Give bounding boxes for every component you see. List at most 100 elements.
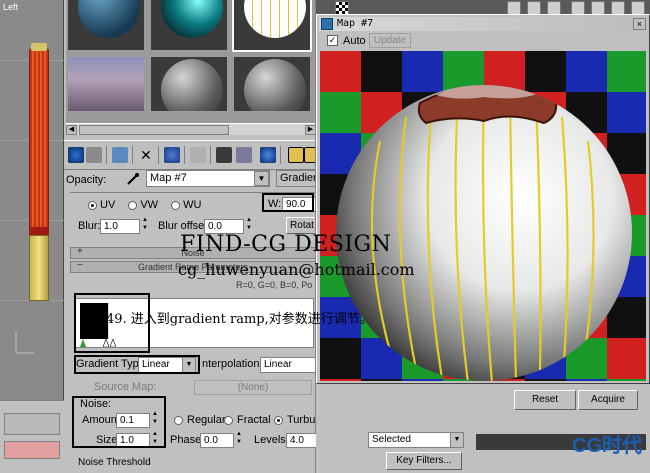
- viewport-label: Left: [3, 2, 19, 12]
- toolbar-separator: [280, 146, 281, 164]
- bamboo-cap: [31, 43, 47, 51]
- walk-icon[interactable]: [547, 1, 561, 15]
- checker-background-icon[interactable]: [335, 1, 349, 15]
- reset-map-icon[interactable]: ✕: [138, 147, 154, 163]
- go-forward-sibling-icon[interactable]: [304, 147, 315, 163]
- source-map-button[interactable]: (None): [194, 380, 312, 395]
- uvw-radio-group: UV VW WU: [88, 199, 211, 211]
- unique-icon[interactable]: [190, 147, 206, 163]
- go-to-parent-icon[interactable]: [288, 147, 304, 163]
- blur-input[interactable]: 1.0: [100, 219, 140, 234]
- sample-slot-active[interactable]: [232, 0, 312, 52]
- uv-label: UV: [100, 199, 116, 212]
- slot-scrollbar[interactable]: ◀ ▶: [66, 123, 315, 135]
- sample-slot[interactable]: [66, 55, 146, 113]
- step-caption: 49. 进入到gradient ramp,对参数进行调节。: [106, 312, 373, 327]
- key-filters-button[interactable]: Key Filters...: [386, 452, 462, 470]
- rendered-sphere-image: [320, 51, 646, 381]
- auto-checkbox[interactable]: ✓: [327, 35, 338, 46]
- blur-spinner[interactable]: [142, 217, 149, 234]
- acquire-button[interactable]: Acquire: [578, 390, 638, 410]
- levels-input[interactable]: 4.0: [286, 433, 320, 448]
- bamboo-object[interactable]: [29, 43, 49, 301]
- sample-slot[interactable]: [66, 0, 146, 52]
- axis-gizmo-icon: [15, 332, 34, 354]
- wu-label: WU: [183, 199, 202, 212]
- bottom-left-panel: [0, 400, 64, 473]
- motion-icon[interactable]: [631, 1, 645, 15]
- selection-set-select[interactable]: Selected ▼: [368, 432, 464, 448]
- assign-material-icon[interactable]: [112, 147, 128, 163]
- put-material-icon[interactable]: [86, 147, 102, 163]
- selection-set-value: Selected: [372, 434, 411, 445]
- opacity-row: Opacity: Map #7 ▼ Gradient: [64, 170, 315, 190]
- turbulence-radio[interactable]: [274, 416, 283, 425]
- sample-slot[interactable]: [149, 0, 229, 52]
- checker-cell: [607, 379, 646, 381]
- toolbar-separator: [106, 146, 107, 164]
- map-window-title: Map #7: [337, 18, 374, 29]
- map-name-input[interactable]: Map #7: [146, 170, 270, 187]
- uv-radio[interactable]: [88, 200, 97, 210]
- material-id-icon[interactable]: [216, 147, 232, 163]
- city-image-thumbnail: [68, 57, 144, 111]
- cg-shidai-logo: CG时代: [572, 435, 642, 457]
- source-map-label: Source Map:: [94, 381, 157, 393]
- update-button[interactable]: Update: [369, 33, 411, 48]
- arc-rotate-icon[interactable]: [527, 1, 541, 15]
- checker-cell: [566, 379, 607, 381]
- hierarchy-icon[interactable]: [611, 1, 625, 15]
- sample-slot[interactable]: [232, 55, 312, 113]
- checker-cell: [361, 379, 402, 381]
- regular-radio[interactable]: [174, 416, 183, 425]
- levels-label: Levels:: [254, 434, 289, 446]
- highlight-box: [74, 355, 200, 374]
- scroll-left-icon[interactable]: ◀: [66, 125, 77, 135]
- interpolation-label: nterpolation:: [202, 358, 263, 370]
- checker-cell: [320, 379, 361, 381]
- material-sphere: [161, 0, 223, 38]
- vw-label: VW: [140, 199, 159, 212]
- fractal-radio[interactable]: [224, 416, 233, 425]
- chevron-down-icon[interactable]: ▼: [254, 171, 269, 186]
- scroll-right-icon[interactable]: ▶: [305, 125, 315, 135]
- timeline-slider[interactable]: [4, 413, 60, 435]
- map-window-titlebar[interactable]: Map #7 ×: [319, 17, 647, 31]
- eyedropper-icon[interactable]: [126, 172, 140, 186]
- left-viewport[interactable]: Left: [0, 0, 64, 400]
- toolbar-separator: [210, 146, 211, 164]
- wu-radio[interactable]: [171, 200, 181, 210]
- phase-spinner[interactable]: [236, 431, 243, 448]
- show-end-result-icon[interactable]: [260, 147, 276, 163]
- checker-cell: [607, 92, 646, 133]
- reset-button[interactable]: Reset: [514, 390, 576, 410]
- checker-cell: [607, 51, 646, 92]
- chevron-down-icon[interactable]: ▼: [450, 433, 463, 447]
- close-button[interactable]: ×: [633, 18, 646, 30]
- highlight-box: [262, 193, 314, 212]
- modify-icon[interactable]: [591, 1, 605, 15]
- right-bottom-panel: Reset Acquire Selected ▼ Key Filters... …: [316, 384, 650, 473]
- material-sphere: [244, 0, 306, 38]
- interpolation-select[interactable]: Linear: [260, 357, 316, 373]
- map-viewer-window: Map #7 × ✓ Auto Update: [316, 14, 650, 384]
- phase-input[interactable]: 0.0: [200, 433, 234, 448]
- get-material-icon[interactable]: [68, 147, 84, 163]
- sample-slot[interactable]: [149, 55, 229, 113]
- scroll-thumb[interactable]: [79, 125, 229, 135]
- toolbar-separator: [132, 146, 133, 164]
- map-render-canvas[interactable]: [320, 51, 646, 381]
- fractal-label: Fractal: [237, 414, 271, 426]
- blur-label: Blur:: [78, 220, 101, 232]
- map-type-button[interactable]: Gradient: [276, 170, 315, 187]
- channel-icon[interactable]: [571, 1, 585, 15]
- checker-cell: [525, 379, 566, 381]
- toolbar-separator: [184, 146, 185, 164]
- pick-icon[interactable]: [507, 1, 521, 15]
- bamboo-base: [29, 235, 49, 301]
- copy-material-icon[interactable]: [164, 147, 180, 163]
- vw-radio[interactable]: [128, 200, 138, 210]
- screen: Left ◀ ▶ ✕ Opacity: Map #7 ▼ Gradie UV V…: [0, 0, 650, 473]
- show-map-icon[interactable]: [236, 147, 252, 163]
- status-field[interactable]: [4, 441, 60, 459]
